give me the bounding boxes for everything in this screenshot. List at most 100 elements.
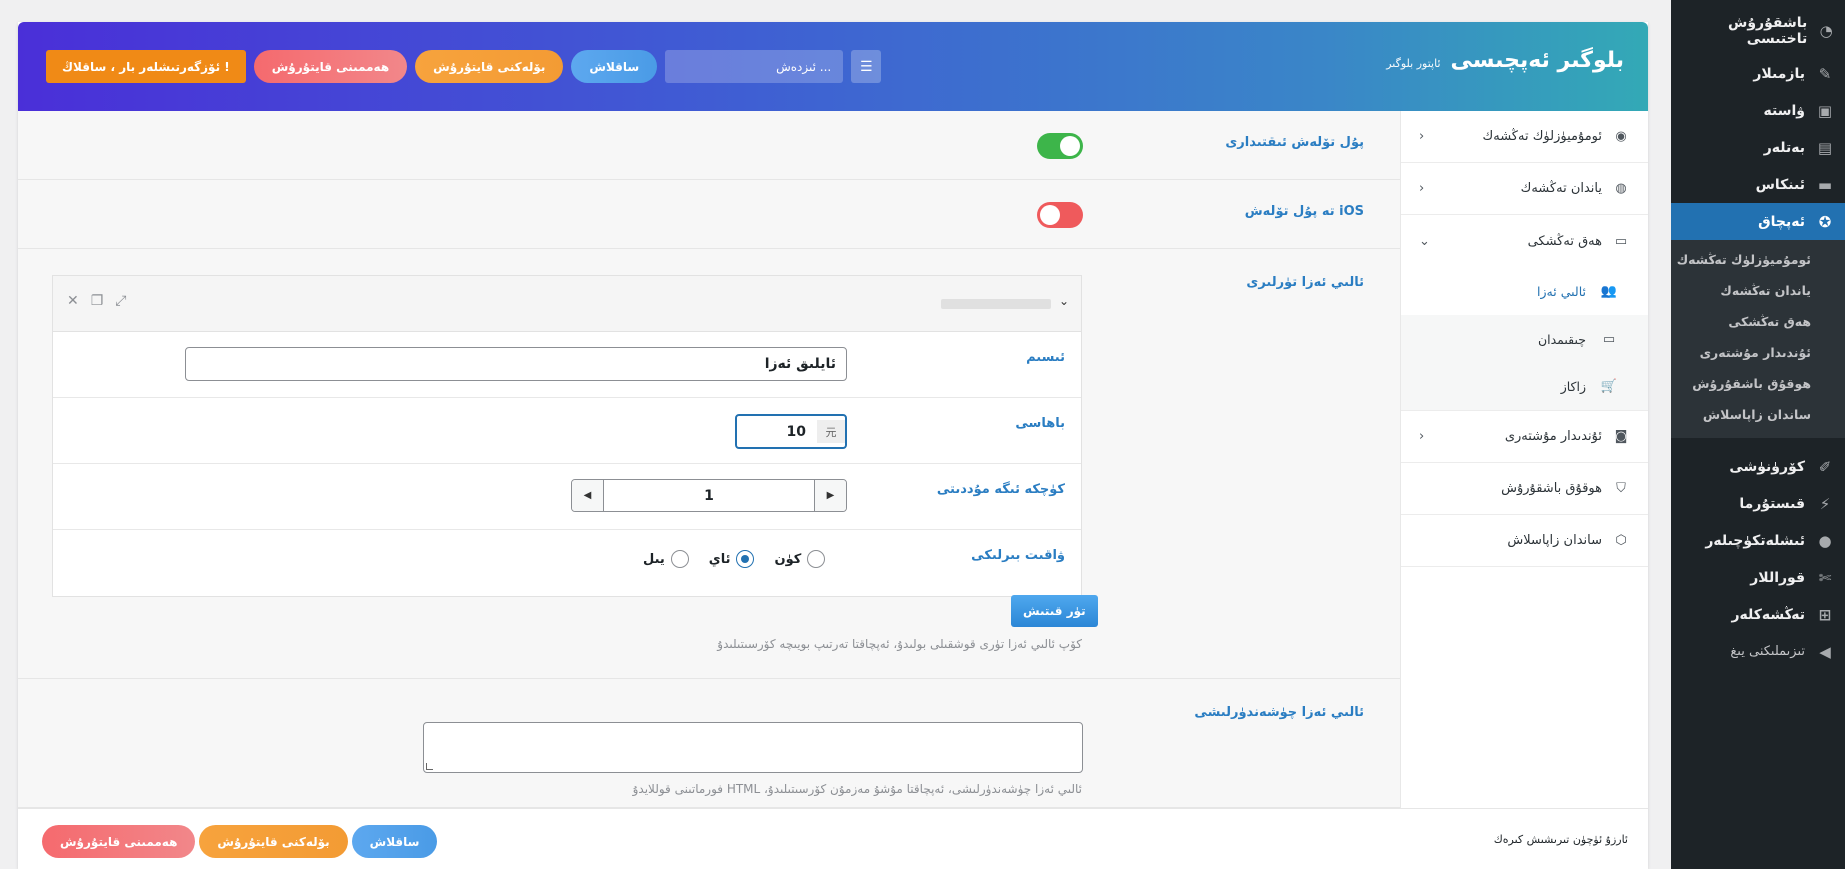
search-input[interactable]: ئىزدەش ... xyxy=(665,50,844,83)
panel-footer: ئارزۇ ئۈچۈن تىرىشىش كىرەك ھەممىنى قايتۇر… xyxy=(18,808,1648,869)
users-icon: ● xyxy=(1818,531,1832,550)
duration-label: كۈچكە ئىگە مۇددىتى xyxy=(936,482,1065,497)
radio-label: ئاي xyxy=(708,551,731,567)
credit-card-icon: ▭ xyxy=(1602,331,1616,347)
radio-circle[interactable] xyxy=(807,550,826,568)
settings-icon: ⊞ xyxy=(1818,605,1832,624)
field-duration-row: كۈچكە ئىگە مۇددىتى ◀ 1 ▶ xyxy=(53,464,1081,530)
pin-icon: ✎ xyxy=(1818,64,1832,83)
brush-icon: ✐ xyxy=(1818,457,1832,476)
field-name-row: ئىسىم ئايلىق ئەزا xyxy=(53,332,1081,398)
radio-day[interactable]: كۈن xyxy=(774,550,826,568)
wp-menu-pages[interactable]: ▤ بەتلەر xyxy=(1671,129,1845,166)
copy-icon[interactable]: ❐ xyxy=(91,293,104,309)
nav-label: ياندان تەڭشەك xyxy=(1520,181,1602,196)
tools-icon: ✄ xyxy=(1818,568,1832,587)
ios-switch-label: iOS تە پۇل تۆلەش xyxy=(1244,204,1364,219)
nav-sub-vip[interactable]: 👥 ئالىي ئەزا xyxy=(1401,267,1648,315)
footer-reset-all-button[interactable]: ھەممىنى قايتۇرۇش xyxy=(42,825,196,858)
wp-menu-appearance[interactable]: ✐ كۆرۈنۈشى xyxy=(1671,448,1845,485)
nav-label: ئومۇميۈزلۈك تەڭشەك xyxy=(1482,129,1602,144)
wp-menu-media[interactable]: ▣ ۋاستە xyxy=(1671,92,1845,129)
nav-payment[interactable]: ▭ ھەق تەڭشكى ⌄ xyxy=(1401,215,1648,267)
chevron-left-icon: ‹ xyxy=(1419,129,1425,144)
name-input[interactable]: ئايلىق ئەزا xyxy=(185,347,847,381)
wp-menu-settings[interactable]: ⊞ تەڭشەكلەر xyxy=(1671,596,1845,633)
radio-circle[interactable] xyxy=(736,550,755,568)
footer-reset-section-button[interactable]: بۆلەكنى قايتۇرۇش xyxy=(199,825,348,858)
wp-menu-comments[interactable]: ▬ ئىنكاس xyxy=(1671,166,1845,203)
price-input[interactable]: 10 元 xyxy=(735,414,847,449)
wp-menu-label: باشقۇرۇش تاختىسى xyxy=(1728,14,1808,47)
reset-all-button[interactable]: ھەممىنى قايتۇرۇش xyxy=(253,50,408,83)
chevron-left-icon: ‹ xyxy=(1419,181,1425,196)
wp-submenu-backup[interactable]: ساندان زاپاسلاش xyxy=(1671,399,1845,430)
wp-menu-label: يازمىلار xyxy=(1753,65,1805,82)
wp-submenu-permissions[interactable]: ھوقۇق باشقۇرۇش xyxy=(1671,368,1845,399)
wp-submenu-wechat[interactable]: ئۇندىدار مۇشتەرى xyxy=(1671,337,1845,368)
wp-menu-collapse[interactable]: ◀ تىزىملىكنى يىغ xyxy=(1671,633,1845,670)
shield-icon: ⛉ xyxy=(1616,481,1626,496)
wp-menu-appchaq[interactable]: ✪ ئەپچاق xyxy=(1663,203,1845,240)
reset-section-button[interactable]: بۆلەكنى قايتۇرۇش xyxy=(415,50,564,83)
add-item-button[interactable]: تۈر قىتىش xyxy=(1011,595,1098,627)
users-group-icon: 👥 xyxy=(1600,283,1618,299)
repeater-item-header[interactable]: ⌄ ✕ ❐ ⤢ xyxy=(53,276,1081,332)
decrement-icon[interactable]: ◀ xyxy=(572,480,604,511)
nav-wechat[interactable]: ◙ ئۇندىدار مۇشتەرى ‹ xyxy=(1401,411,1648,463)
wp-menu-tools[interactable]: ✄ قوراللار xyxy=(1671,559,1845,596)
paid-switch-toggle[interactable] xyxy=(1037,133,1083,159)
wp-menu-label: ئىنكاس xyxy=(1755,176,1805,193)
footer-save-button[interactable]: ساقلاش xyxy=(351,825,438,858)
page-title: بلوگىر ئەپچىسى xyxy=(1450,48,1625,73)
wp-menu-posts[interactable]: ✎ يازمىلار xyxy=(1671,55,1845,92)
dashboard-icon: ◔ xyxy=(1819,21,1833,40)
footer-note: ئارزۇ ئۈچۈن تىرىشىش كىرەك xyxy=(1493,833,1628,846)
box-icon: ⬡ xyxy=(1615,533,1627,548)
row-paid-switch: پۇل تۆلەش ئىقتىدارى xyxy=(18,111,1400,180)
nav-backup[interactable]: ⬡ ساندان زاپاسلاش xyxy=(1401,515,1648,567)
nav-permissions[interactable]: ⛉ ھوقۇق باشقۇرۇش xyxy=(1401,463,1648,515)
nav-sub-label: چىقىمدان xyxy=(1537,331,1586,347)
increment-icon[interactable]: ▶ xyxy=(814,480,846,511)
duration-value[interactable]: 1 xyxy=(604,480,814,511)
nav-label: ھوقۇق باشقۇرۇش xyxy=(1501,481,1602,496)
price-label: باھاسى xyxy=(1015,416,1065,431)
wp-menu-users[interactable]: ● ئىشلەتكۈچىلەر xyxy=(1671,522,1845,559)
nav-payment-submenu: 👥 ئالىي ئەزا ▭ چىقىمدان 🛒 زاكاز xyxy=(1401,267,1648,411)
expand-icon[interactable]: ⤢ xyxy=(115,293,126,309)
wp-menu-label: تەڭشەكلەر xyxy=(1731,606,1805,623)
nav-general[interactable]: ◉ ئومۇميۈزلۈك تەڭشەك ‹ xyxy=(1401,111,1648,163)
duration-stepper[interactable]: ◀ 1 ▶ xyxy=(571,479,847,512)
wp-submenu-general[interactable]: ئومۇميۈزلۈك تەڭشەك xyxy=(1671,244,1845,275)
nav-sub-label: ئالىي ئەزا xyxy=(1537,283,1586,299)
nav-sub-wallet[interactable]: ▭ چىقىمدان xyxy=(1401,315,1648,363)
radio-year[interactable]: يىل xyxy=(643,550,689,568)
wp-submenu-sidebar[interactable]: ياندان تەڭشەك xyxy=(1671,275,1845,306)
wp-menu-plugins[interactable]: ⚡ قىستۇرما xyxy=(1671,485,1845,522)
wp-menu-label: قوراللار xyxy=(1750,569,1805,586)
ios-switch-toggle[interactable] xyxy=(1037,202,1083,228)
wp-menu-dashboard[interactable]: ◔ باشقۇرۇش تاختىسى xyxy=(1671,12,1845,49)
save-button[interactable]: ساقلاش xyxy=(571,50,658,83)
radio-month[interactable]: ئاي xyxy=(709,550,755,568)
nav-sub-orders[interactable]: 🛒 زاكاز xyxy=(1401,363,1648,411)
nav-sidebar[interactable]: ◍ ياندان تەڭشەك ‹ xyxy=(1401,163,1648,215)
wp-menu-label: ئىشلەتكۈچىلەر xyxy=(1705,532,1805,549)
chevron-down-icon: ⌄ xyxy=(1419,233,1430,249)
collapse-icon: ◀ xyxy=(1819,642,1831,661)
paid-switch-label: پۇل تۆلەش ئىقتىدارى xyxy=(1225,135,1364,150)
menu-toggle-icon[interactable]: ☰ xyxy=(851,50,882,83)
pages-icon: ▤ xyxy=(1817,138,1833,157)
desc-help-text: ئالىي ئەزا چۈشەندۈرلىشى، ئەپچاقتا مۇشۇ م… xyxy=(632,782,1082,796)
unsaved-warning-button[interactable]: ئۆزگەرتىشلەر بار ، ساقلاڭ ! xyxy=(46,50,246,83)
radio-circle[interactable] xyxy=(670,550,689,568)
chevron-down-icon[interactable]: ⌄ xyxy=(1059,294,1069,308)
close-icon[interactable]: ✕ xyxy=(67,293,79,309)
wp-menu-label: ۋاستە xyxy=(1763,102,1805,119)
price-unit: 元 xyxy=(817,420,845,443)
toggle-knob xyxy=(1040,205,1060,225)
wp-submenu-payment[interactable]: ھەق تەڭشكى xyxy=(1671,306,1845,337)
description-textarea[interactable] xyxy=(423,722,1083,773)
